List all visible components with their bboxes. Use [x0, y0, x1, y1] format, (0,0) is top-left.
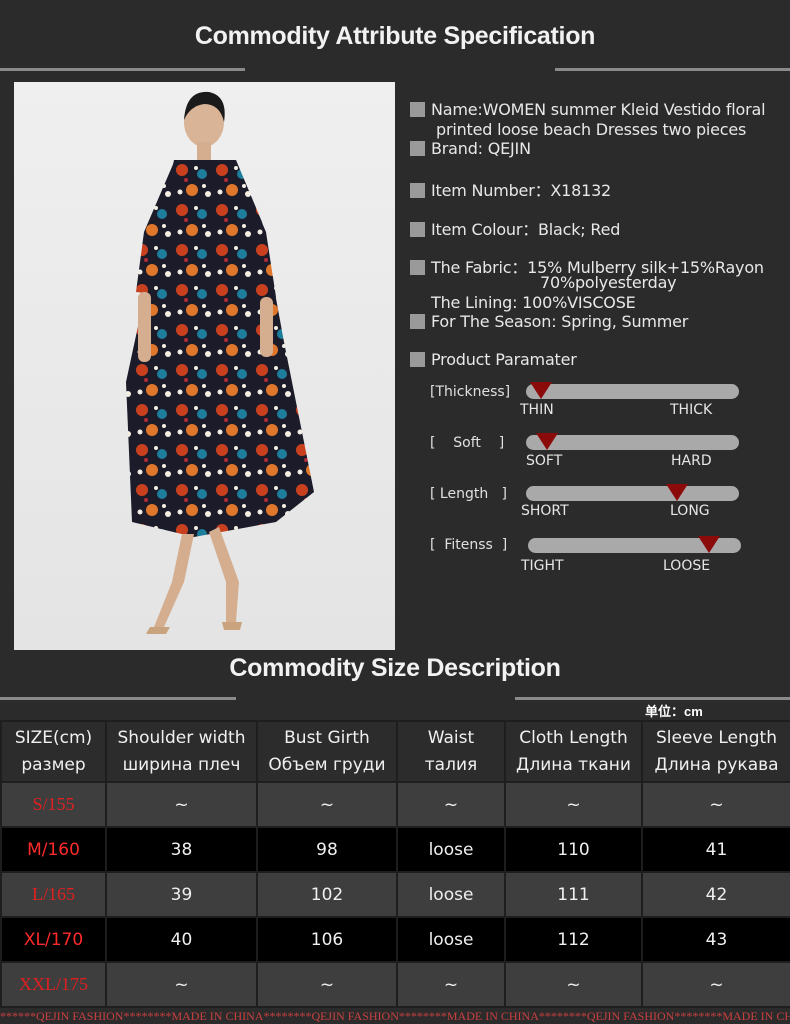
param-right-label: LONG	[670, 503, 710, 519]
header-waist: Waist талия	[396, 720, 506, 783]
model-dress-illustration	[126, 91, 314, 634]
size-section-title: Commodity Size Description	[229, 654, 561, 682]
table-cell: ~	[256, 961, 398, 1008]
table-cell: 43	[641, 916, 790, 963]
param-thickness: [Thickness] THIN THICK	[420, 382, 760, 434]
table-cell: ~	[396, 961, 506, 1008]
table-cell: ~	[256, 781, 398, 828]
table-cell: 98	[256, 826, 398, 873]
attribute-section-title: Commodity Attribute Specification	[194, 22, 596, 50]
param-left-label: THIN	[520, 402, 554, 418]
spec-season-text: For The Season: Spring, Summer	[431, 312, 689, 331]
table-cell: loose	[396, 916, 506, 963]
spec-brand: Brand: QEJIN	[410, 139, 531, 158]
bullet-square-icon	[410, 314, 425, 329]
size-cell: XL/170	[0, 916, 107, 963]
spec-name-text: Name:WOMEN summer Kleid Vestido floral	[431, 100, 766, 119]
footer-banner: ******QEJIN FASHION********MADE IN CHINA…	[0, 1008, 790, 1024]
bullet-square-icon	[410, 102, 425, 117]
param-soft: [ Soft ] SOFT HARD	[420, 433, 760, 485]
size-rule-right	[515, 697, 790, 700]
table-cell: ~	[504, 781, 643, 828]
spec-item-colour: Item Colour：Black; Red	[410, 216, 620, 240]
spec-item-colour-text: Item Colour：Black; Red	[431, 220, 621, 239]
spec-fabric-line2: 70%polyesterday	[540, 273, 677, 292]
spec-product-param-text: Product Paramater	[431, 350, 577, 369]
bullet-square-icon	[410, 183, 425, 198]
table-cell: 102	[256, 871, 398, 918]
table-row: L/165 39 102 loose 111 42	[0, 871, 790, 918]
title-rule-right	[555, 68, 790, 71]
header-shoulder: Shoulder width ширина плеч	[105, 720, 258, 783]
bullet-square-icon	[410, 141, 425, 156]
param-left-label: SHORT	[521, 503, 569, 519]
param-right-label: HARD	[671, 453, 712, 469]
table-row: S/155 ~ ~ ~ ~ ~	[0, 781, 790, 828]
table-row: XXL/175 ~ ~ ~ ~ ~	[0, 961, 790, 1008]
param-fitness: [ Fitenss ] TIGHT LOOSE	[420, 536, 760, 587]
param-bar	[526, 384, 739, 399]
table-row: XL/170 40 106 loose 112 43	[0, 916, 790, 963]
table-cell: ~	[105, 961, 258, 1008]
param-left-label: TIGHT	[521, 558, 564, 574]
level-marker-icon	[666, 484, 689, 501]
table-cell: 110	[504, 826, 643, 873]
table-cell: loose	[396, 871, 506, 918]
spec-brand-text: Brand: QEJIN	[431, 139, 531, 158]
param-right-label: THICK	[670, 402, 713, 418]
table-cell: 41	[641, 826, 790, 873]
param-label: [ Fitenss ]	[430, 537, 508, 553]
param-right-label: LOOSE	[663, 558, 711, 574]
table-cell: ~	[504, 961, 643, 1008]
spec-lining: The Lining: 100%VISCOSE	[431, 293, 636, 312]
header-sleeve-length: Sleeve Length Длина рукава	[641, 720, 790, 783]
spec-name-line2: printed loose beach Dresses two pieces	[436, 120, 747, 139]
header-cloth-length: Cloth Length Длина ткани	[504, 720, 643, 783]
table-cell: ~	[641, 781, 790, 828]
table-cell: 106	[256, 916, 398, 963]
bullet-square-icon	[410, 352, 425, 367]
spec-product-param: Product Paramater	[410, 350, 577, 369]
title-rule-left	[0, 68, 245, 71]
level-marker-icon	[698, 536, 721, 553]
spec-item-number: Item Number：X18132	[410, 177, 611, 201]
table-header-row: SIZE(cm) размер Shoulder width ширина плеч…	[0, 720, 790, 783]
table-cell: ~	[396, 781, 506, 828]
table-cell: 40	[105, 916, 258, 963]
spec-name: Name:WOMEN summer Kleid Vestido floral	[410, 100, 766, 119]
table-row: M/160 38 98 loose 110 41	[0, 826, 790, 873]
size-cell: M/160	[0, 826, 107, 873]
table-cell: 111	[504, 871, 643, 918]
header-bust: Bust Girth Объем груди	[256, 720, 398, 783]
param-label: [ Length ]	[430, 486, 508, 502]
table-cell: 112	[504, 916, 643, 963]
unit-label: 单位：cm	[645, 704, 703, 719]
param-label: [ Soft ]	[430, 435, 505, 451]
size-cell: S/155	[0, 781, 107, 828]
level-marker-icon	[529, 382, 552, 399]
size-cell: L/165	[0, 871, 107, 918]
header-size: SIZE(cm) размер	[0, 720, 107, 783]
spec-season: For The Season: Spring, Summer	[410, 312, 688, 331]
param-label: [Thickness]	[430, 384, 511, 400]
table-cell: 42	[641, 871, 790, 918]
size-cell: XXL/175	[0, 961, 107, 1008]
size-table: SIZE(cm) размер Shoulder width ширина плеч…	[0, 720, 790, 1008]
table-cell: ~	[105, 781, 258, 828]
level-marker-icon	[536, 433, 559, 450]
spec-item-number-text: Item Number：X18132	[431, 181, 612, 200]
product-photo	[14, 82, 395, 650]
bullet-square-icon	[410, 260, 425, 275]
param-length: [ Length ] SHORT LONG	[420, 484, 760, 536]
param-left-label: SOFT	[526, 453, 563, 469]
param-bar	[526, 486, 739, 501]
table-cell: 38	[105, 826, 258, 873]
table-cell: 39	[105, 871, 258, 918]
bullet-square-icon	[410, 222, 425, 237]
size-rule-left	[0, 697, 236, 700]
table-cell: ~	[641, 961, 790, 1008]
table-cell: loose	[396, 826, 506, 873]
